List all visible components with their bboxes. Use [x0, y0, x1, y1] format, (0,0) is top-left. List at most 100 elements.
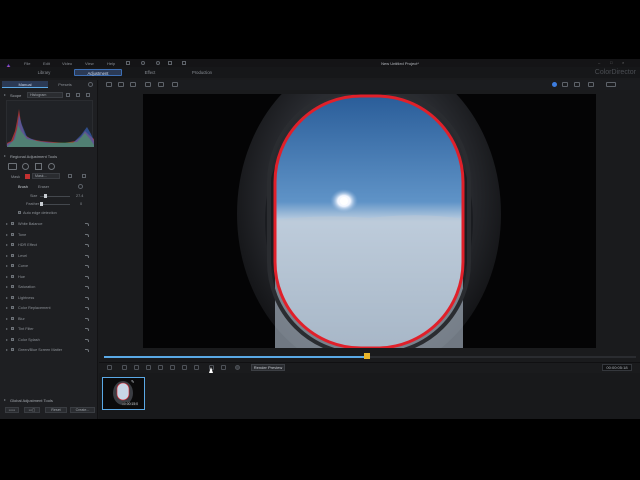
menu-view[interactable]: View: [85, 61, 94, 66]
mark-in-icon[interactable]: [182, 365, 187, 370]
expand-icon[interactable]: [6, 318, 8, 320]
expand-icon[interactable]: [6, 328, 8, 330]
expand-icon[interactable]: [6, 349, 8, 351]
adjustment-label[interactable]: Curve: [18, 264, 28, 268]
adjustment-label[interactable]: Tint Filter: [18, 327, 34, 331]
undo-icon[interactable]: [141, 61, 145, 65]
search-icon[interactable]: [88, 82, 93, 87]
expand-icon[interactable]: [6, 265, 8, 267]
eraser-tab[interactable]: Eraser: [38, 185, 49, 189]
stop-icon[interactable]: [107, 365, 112, 370]
reset-icon[interactable]: [85, 328, 89, 331]
crop-icon[interactable]: [106, 82, 112, 87]
reset-icon[interactable]: [85, 318, 89, 321]
adjustment-checkbox[interactable]: [11, 317, 14, 320]
auto-edge-checkbox[interactable]: [18, 211, 21, 214]
expand-icon[interactable]: [6, 286, 8, 288]
view-mode-icon[interactable]: [562, 82, 568, 87]
radial-tool-icon[interactable]: [22, 163, 29, 170]
fit-icon[interactable]: [574, 82, 580, 87]
copy-icon[interactable]: [145, 82, 151, 87]
paste-icon[interactable]: [158, 82, 164, 87]
mask-color-swatch[interactable]: [25, 174, 30, 179]
fast-forward-icon[interactable]: [158, 365, 163, 370]
record-icon[interactable]: [235, 365, 240, 370]
tab-adjustment[interactable]: Adjustment: [74, 69, 122, 76]
maximize-button[interactable]: □: [610, 60, 612, 65]
reset-icon[interactable]: [85, 297, 89, 300]
prev-frame-icon[interactable]: [122, 365, 127, 370]
mark-out-icon[interactable]: [194, 365, 199, 370]
adjustment-checkbox[interactable]: [11, 338, 14, 341]
next-frame-icon[interactable]: [146, 365, 151, 370]
brush-tab[interactable]: Brush: [18, 185, 28, 189]
gradient-tool-icon[interactable]: [35, 163, 42, 170]
expand-icon[interactable]: [6, 276, 8, 278]
close-button[interactable]: ×: [622, 60, 624, 65]
flip-icon[interactable]: [130, 82, 136, 87]
adjustment-label[interactable]: Hue: [18, 275, 25, 279]
volume-icon[interactable]: [221, 365, 226, 370]
size-value[interactable]: 27.4: [76, 194, 83, 198]
adjustment-checkbox[interactable]: [11, 264, 14, 267]
mask-add-icon[interactable]: [68, 174, 72, 178]
adjustment-label[interactable]: Color Splash: [18, 338, 40, 342]
adjustment-checkbox[interactable]: [11, 327, 14, 330]
tab-presets[interactable]: Presets: [50, 81, 80, 88]
collapse-icon[interactable]: [4, 94, 6, 96]
adjustment-checkbox[interactable]: [11, 306, 14, 309]
settings-icon[interactable]: [182, 61, 186, 65]
info-icon[interactable]: [78, 184, 83, 189]
expand-icon[interactable]: [6, 223, 8, 225]
menu-help[interactable]: Help: [107, 61, 115, 66]
reset-icon[interactable]: [85, 349, 89, 352]
render-preview-button[interactable]: Render Preview: [251, 364, 285, 371]
clip-thumbnail[interactable]: 00:00:15:0 ✎: [102, 377, 145, 410]
video-preview[interactable]: [143, 94, 596, 348]
rotate-icon[interactable]: [118, 82, 124, 87]
mask-delete-icon[interactable]: [82, 174, 86, 178]
eye-icon[interactable]: [172, 82, 178, 87]
expand-icon[interactable]: [6, 255, 8, 257]
fullscreen-icon[interactable]: [606, 82, 616, 87]
feather-value[interactable]: 0: [80, 202, 82, 206]
clip-edit-icon[interactable]: ✎: [131, 379, 134, 384]
adjustment-label[interactable]: Tone: [18, 233, 26, 237]
save-icon[interactable]: [126, 61, 130, 65]
play-icon[interactable]: [134, 365, 139, 370]
expand-icon[interactable]: [6, 244, 8, 246]
adjustment-checkbox[interactable]: [11, 296, 14, 299]
playhead-handle[interactable]: [364, 353, 370, 359]
adjustment-label[interactable]: Color Replacement: [18, 306, 51, 310]
adjustment-checkbox[interactable]: [11, 285, 14, 288]
expand-icon[interactable]: [6, 339, 8, 341]
tab-manual[interactable]: Manual: [2, 81, 48, 88]
split-view-button[interactable]: ▭▢: [24, 407, 40, 413]
reset-icon[interactable]: [85, 265, 89, 268]
reset-icon[interactable]: [85, 307, 89, 310]
adjustment-label[interactable]: Level: [18, 254, 27, 258]
menu-video[interactable]: Video: [62, 61, 72, 66]
expand-icon[interactable]: [6, 234, 8, 236]
adjustment-label[interactable]: HDR Effect: [18, 243, 37, 247]
reset-icon[interactable]: [85, 276, 89, 279]
status-dot-icon[interactable]: [552, 82, 557, 87]
tab-production[interactable]: Production: [185, 69, 219, 76]
scope-expand-icon[interactable]: [86, 93, 90, 97]
minimize-button[interactable]: –: [598, 60, 600, 65]
mask-select[interactable]: Mask...: [32, 173, 60, 179]
adjustment-label[interactable]: Saturation: [18, 285, 35, 289]
tab-library[interactable]: Library: [27, 69, 61, 76]
feather-slider[interactable]: [40, 204, 70, 205]
compare-button[interactable]: ▭▭: [5, 407, 19, 413]
tab-effect[interactable]: Effect: [135, 69, 165, 76]
scope-settings-icon[interactable]: [76, 93, 80, 97]
expand-icon[interactable]: [4, 399, 6, 401]
reset-icon[interactable]: [85, 255, 89, 258]
reset-button[interactable]: Reset: [45, 407, 67, 413]
adjustment-label[interactable]: Blur: [18, 317, 25, 321]
adjustment-checkbox[interactable]: [11, 254, 14, 257]
create-button[interactable]: Create...: [70, 407, 95, 413]
mask-tool-icon[interactable]: [8, 163, 17, 170]
adjustment-checkbox[interactable]: [11, 222, 14, 225]
